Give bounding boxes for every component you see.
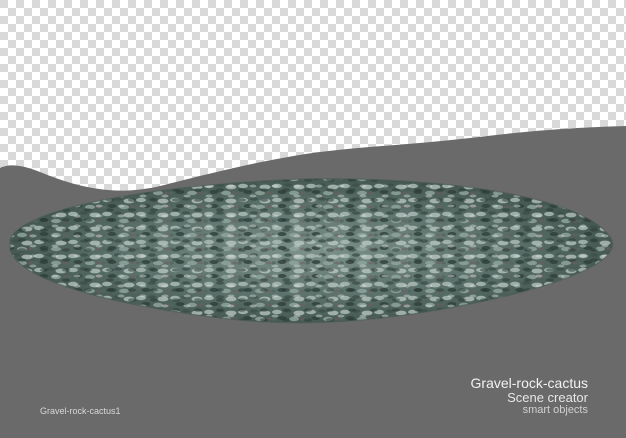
brand-watermark: Gravel-rock-cactus Scene creator smart o… — [470, 375, 588, 417]
gravel-scene-illustration — [0, 0, 626, 438]
brand-tagline: smart objects — [522, 404, 588, 417]
brand-title: Gravel-rock-cactus — [470, 375, 588, 391]
image-stage: Gravel-rock-cactus1 Gravel-rock-cactus S… — [0, 0, 626, 438]
brand-subtitle: Scene creator — [507, 390, 588, 406]
image-caption: Gravel-rock-cactus1 — [40, 406, 121, 416]
